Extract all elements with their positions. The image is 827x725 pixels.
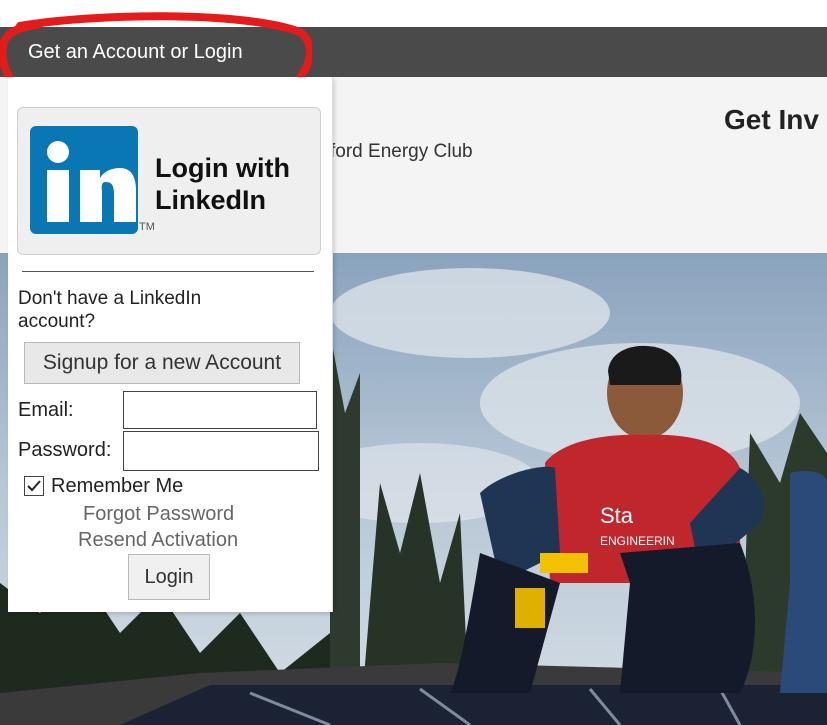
linkedin-logo-icon — [30, 126, 138, 234]
club-name-text: ford Energy Club — [330, 141, 473, 162]
divider — [22, 271, 314, 272]
account-login-toggle[interactable]: Get an Account or Login — [8, 27, 265, 77]
checkmark-icon — [27, 480, 41, 492]
linkedin-login-button[interactable]: TM Login with LinkedIn — [17, 107, 321, 255]
resend-activation-link[interactable]: Resend Activation — [78, 529, 238, 552]
page-heading: Get Inv — [724, 104, 819, 135]
shirt-subtext: ENGINEERIN — [600, 534, 675, 548]
signup-button[interactable]: Signup for a new Account — [24, 342, 300, 384]
email-input[interactable] — [123, 391, 317, 429]
login-button[interactable]: Login — [128, 554, 210, 600]
remember-me-label: Remember Me — [51, 475, 184, 497]
linkedin-login-label: Login with LinkedIn — [155, 153, 290, 215]
shirt-text: Sta — [600, 503, 634, 528]
password-input[interactable] — [123, 431, 319, 471]
forgot-password-link[interactable]: Forgot Password — [83, 503, 234, 526]
trademark-text: TM — [139, 221, 155, 233]
signup-prompt-text: Don't have a LinkedIn account? — [18, 288, 202, 332]
login-panel: TM Login with LinkedIn Don't have a Link… — [8, 77, 333, 612]
password-label: Password: — [18, 439, 112, 461]
email-label: Email: — [18, 399, 74, 421]
top-navigation-bar: Get an Account or Login — [0, 27, 827, 77]
remember-me-checkbox[interactable] — [24, 476, 44, 496]
